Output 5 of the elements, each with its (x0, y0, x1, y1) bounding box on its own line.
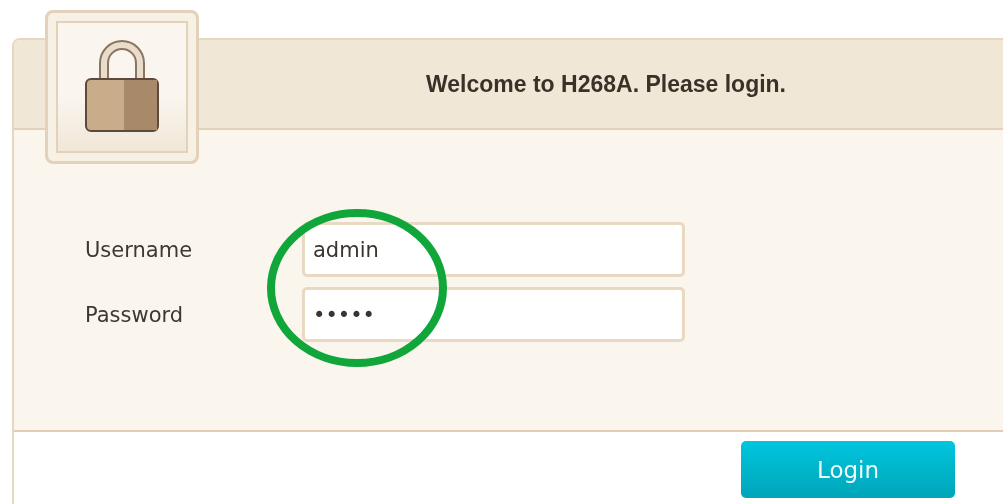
field-label: Password (85, 302, 185, 327)
welcome-title: Welcome to H268A. Please login. (426, 70, 786, 98)
field-label: Username (85, 237, 194, 262)
username-field[interactable]: admin (302, 222, 685, 277)
password-field[interactable]: ••••• (302, 287, 685, 342)
